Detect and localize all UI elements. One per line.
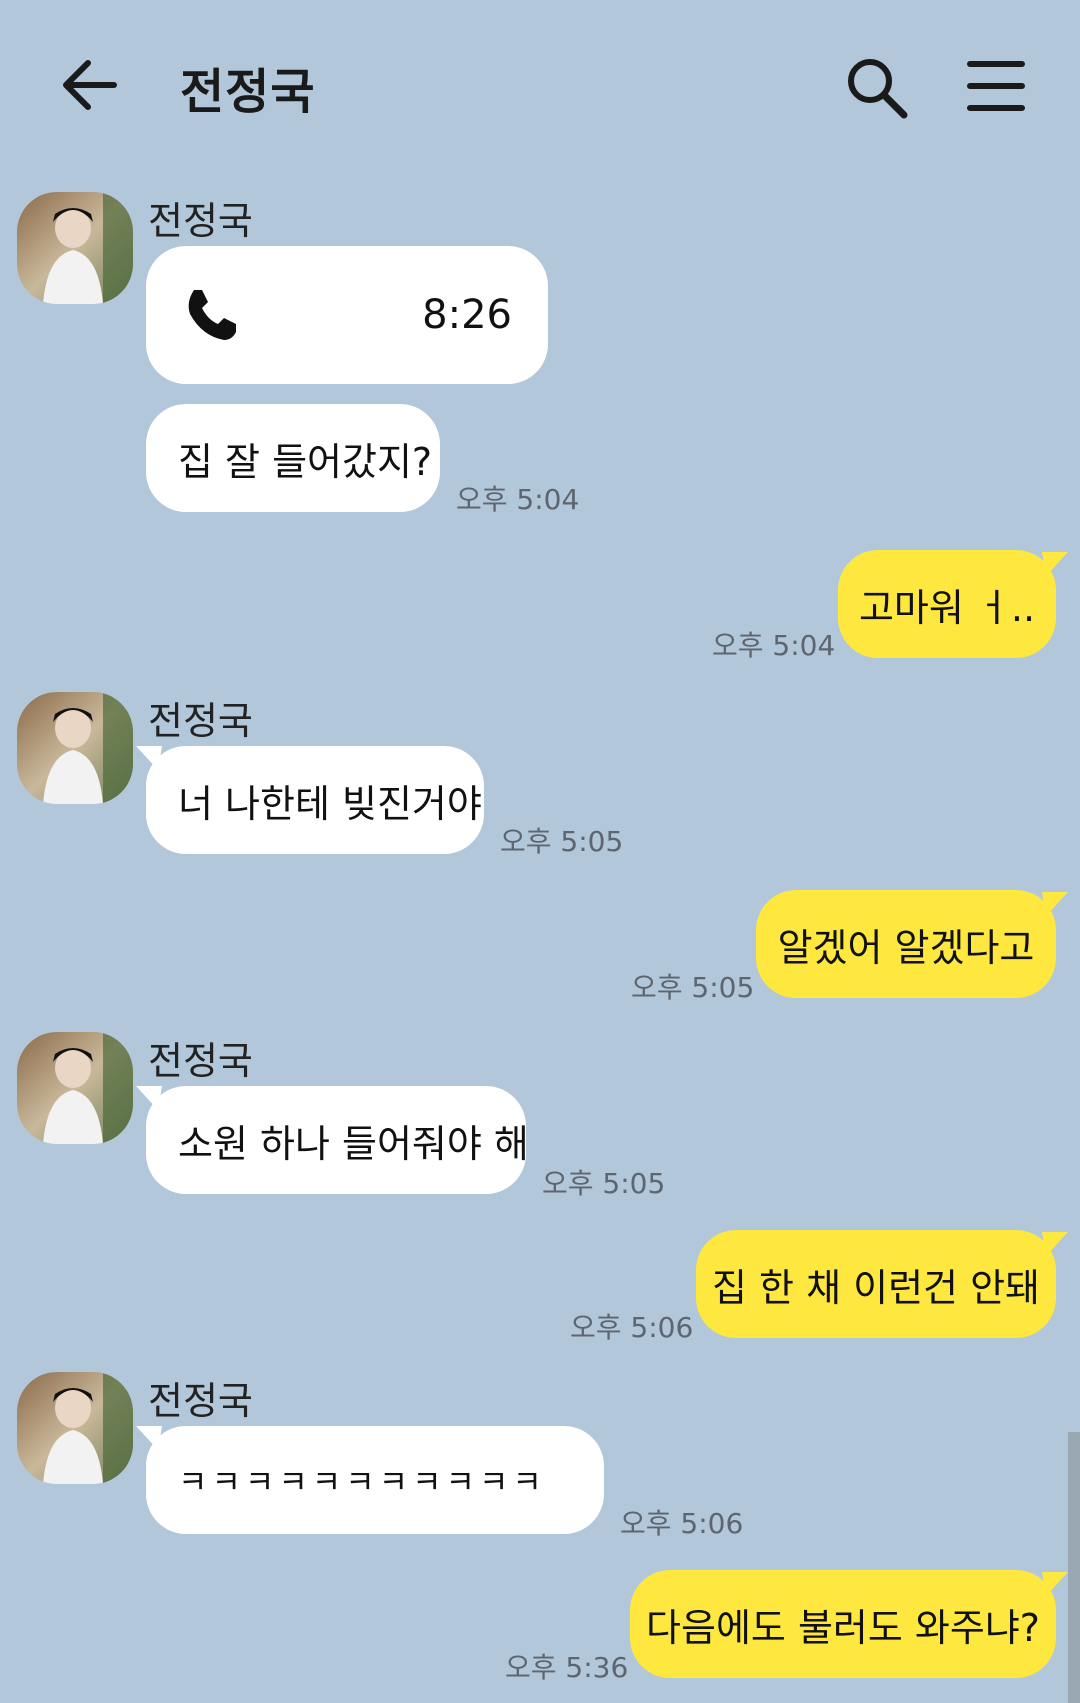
message-bubble[interactable]: 집 잘 들어갔지?	[146, 404, 440, 512]
profile-photo	[17, 192, 133, 304]
avatar[interactable]	[17, 692, 133, 804]
profile-photo	[17, 1372, 133, 1484]
scrollbar[interactable]	[1068, 1432, 1080, 1703]
sender-name: 전정국	[148, 1039, 253, 1083]
profile-photo	[17, 692, 133, 804]
call-duration: 8:26	[422, 292, 512, 338]
chat-title: 전정국	[180, 64, 316, 120]
hamburger-menu-icon	[967, 61, 1025, 111]
sender-name: 전정국	[148, 1379, 253, 1423]
arrow-left-icon	[63, 60, 117, 110]
message-time: 오후 5:05	[500, 825, 624, 858]
message-text: ㅋㅋㅋㅋㅋㅋㅋㅋㅋㅋㅋ	[178, 1463, 546, 1501]
call-bubble[interactable]: 8:26	[146, 246, 548, 384]
message-bubble[interactable]: 다음에도 불러도 와주냐?	[630, 1570, 1056, 1678]
message-text: 집 한 채 이런건 안돼	[712, 1265, 1040, 1310]
bubble-tail	[1042, 1572, 1068, 1596]
chat-header: 전정국	[0, 0, 1080, 170]
message-bubble[interactable]: 고마워 ㅓ..	[838, 550, 1056, 658]
avatar[interactable]	[17, 1372, 133, 1484]
message-time: 오후 5:04	[456, 483, 580, 516]
message-bubble[interactable]: 집 한 채 이런건 안돼	[696, 1230, 1056, 1338]
search-icon	[848, 59, 908, 119]
avatar[interactable]	[17, 1032, 133, 1144]
message-time: 오후 5:04	[712, 629, 836, 662]
avatar[interactable]	[17, 192, 133, 304]
sender-name: 전정국	[148, 699, 253, 743]
message-text: 소원 하나 들어줘야 해	[178, 1121, 529, 1166]
search-button[interactable]	[844, 55, 910, 121]
sender-name: 전정국	[148, 199, 253, 243]
menu-button[interactable]	[966, 58, 1026, 114]
message-time: 오후 5:36	[505, 1651, 629, 1684]
message-text: 다음에도 불러도 와주냐?	[646, 1605, 1040, 1650]
profile-photo	[17, 1032, 133, 1144]
phone-icon	[188, 290, 236, 340]
message-text: 너 나한테 빚진거야	[178, 781, 482, 826]
message-time: 오후 5:06	[570, 1311, 694, 1344]
bubble-tail	[1042, 892, 1068, 916]
message-bubble[interactable]: ㅋㅋㅋㅋㅋㅋㅋㅋㅋㅋㅋ	[146, 1426, 604, 1534]
message-bubble[interactable]: 너 나한테 빚진거야	[146, 746, 484, 854]
message-time: 오후 5:05	[631, 971, 755, 1004]
bubble-tail	[1042, 552, 1068, 576]
message-text: 고마워 ㅓ..	[858, 585, 1036, 630]
message-bubble[interactable]: 소원 하나 들어줘야 해	[146, 1086, 529, 1194]
message-time: 오후 5:06	[620, 1507, 744, 1540]
message-text: 집 잘 들어갔지?	[178, 439, 433, 484]
back-button[interactable]	[58, 50, 128, 120]
bubble-tail	[1042, 1232, 1068, 1256]
message-time: 오후 5:05	[542, 1167, 666, 1200]
message-text: 알겠어 알겠다고	[777, 925, 1035, 970]
message-bubble[interactable]: 알겠어 알겠다고	[756, 890, 1056, 998]
